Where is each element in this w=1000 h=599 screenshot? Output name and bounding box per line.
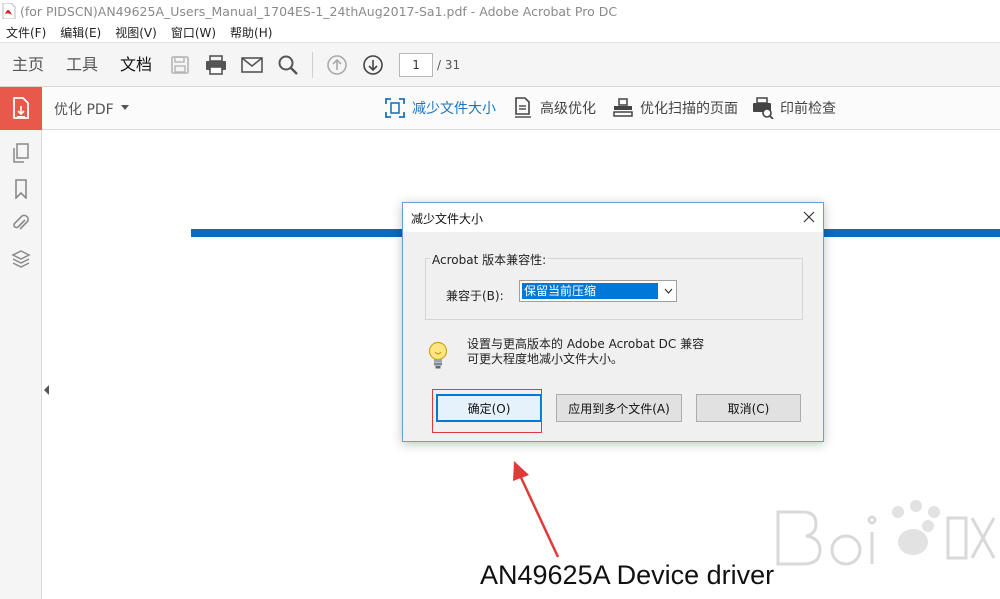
reduce-file-size-label: 减少文件大小 bbox=[412, 101, 496, 117]
preflight-printer-icon bbox=[752, 97, 774, 119]
menu-help[interactable]: 帮助(H) bbox=[230, 24, 272, 41]
apply-multiple-files-button[interactable]: 应用到多个文件(A) bbox=[556, 394, 682, 422]
compatible-with-select[interactable]: 保留当前压缩 bbox=[519, 280, 677, 302]
navigation-pane bbox=[0, 130, 42, 599]
optimize-scanned-pages-tool[interactable]: 优化扫描的页面 bbox=[612, 96, 738, 120]
cancel-button[interactable]: 取消(C) bbox=[696, 394, 801, 422]
preflight-label: 印前检查 bbox=[780, 101, 836, 117]
preflight-tool[interactable]: 印前检查 bbox=[752, 96, 836, 120]
optimize-pdf-menu[interactable]: 优化 PDF bbox=[54, 99, 114, 119]
collapse-pane-icon[interactable] bbox=[42, 380, 52, 400]
dialog-title-bar: 减少文件大小 bbox=[403, 203, 823, 232]
next-page-icon[interactable] bbox=[361, 53, 385, 77]
info-line-2: 可更大程度地减小文件大小。 bbox=[467, 352, 624, 366]
chevron-down-icon bbox=[121, 105, 129, 110]
tab-document[interactable]: 文档 bbox=[120, 42, 152, 87]
tab-tools[interactable]: 工具 bbox=[66, 42, 98, 87]
email-icon[interactable] bbox=[240, 53, 264, 77]
print-icon[interactable] bbox=[204, 53, 228, 77]
baidu-watermark-logo bbox=[776, 500, 996, 566]
menu-file[interactable]: 文件(F) bbox=[6, 24, 46, 41]
annotation-arrow-icon bbox=[513, 461, 560, 558]
page-total: / 31 bbox=[437, 57, 461, 72]
layers-icon[interactable] bbox=[10, 248, 32, 270]
menu-window[interactable]: 窗口(W) bbox=[171, 24, 216, 41]
attachment-icon[interactable] bbox=[10, 212, 32, 234]
optimize-pdf-tool-icon[interactable] bbox=[0, 87, 42, 130]
lightbulb-icon bbox=[427, 341, 449, 371]
save-icon[interactable] bbox=[168, 53, 192, 77]
menu-view[interactable]: 视图(V) bbox=[115, 24, 157, 41]
optimize-toolbar: 优化 PDF 减少文件大小 高级优化 优化扫描的页面 印前检查 bbox=[0, 87, 1000, 130]
compatibility-group-label: Acrobat 版本兼容性: bbox=[430, 251, 549, 268]
window-title: (for PIDSCN)AN49625A_Users_Manual_1704ES… bbox=[20, 3, 618, 19]
advanced-optimize-tool[interactable]: 高级优化 bbox=[512, 96, 596, 120]
bookmark-icon[interactable] bbox=[10, 178, 32, 200]
acrobat-pdf-icon bbox=[2, 2, 16, 20]
page-thumbnails-icon[interactable] bbox=[10, 142, 32, 164]
scanner-icon bbox=[612, 97, 634, 119]
toolbar-separator bbox=[312, 51, 314, 78]
menu-edit[interactable]: 编辑(E) bbox=[60, 24, 101, 41]
reduce-file-size-tool[interactable]: 减少文件大小 bbox=[384, 96, 496, 120]
main-toolbar: 主页 工具 文档 1 / 31 bbox=[0, 42, 1000, 87]
page-number-input[interactable]: 1 bbox=[399, 52, 434, 77]
advanced-optimize-label: 高级优化 bbox=[540, 101, 596, 117]
annotation-highlight-box bbox=[432, 389, 542, 433]
title-bar: (for PIDSCN)AN49625A_Users_Manual_1704ES… bbox=[0, 0, 1000, 22]
close-icon[interactable] bbox=[799, 207, 819, 227]
compatible-with-value: 保留当前压缩 bbox=[522, 283, 658, 299]
tab-home[interactable]: 主页 bbox=[12, 42, 44, 87]
reduce-size-icon bbox=[384, 97, 406, 119]
advanced-optimize-icon bbox=[512, 97, 534, 119]
search-icon[interactable] bbox=[276, 53, 300, 77]
optimize-scanned-pages-label: 优化扫描的页面 bbox=[640, 101, 738, 117]
previous-page-icon[interactable] bbox=[325, 53, 349, 77]
compatible-with-label: 兼容于(B): bbox=[446, 289, 504, 303]
menu-bar: 文件(F) 编辑(E) 视图(V) 窗口(W) 帮助(H) bbox=[0, 22, 1000, 42]
dialog-title: 减少文件大小 bbox=[411, 212, 484, 226]
chevron-down-icon bbox=[661, 283, 675, 299]
